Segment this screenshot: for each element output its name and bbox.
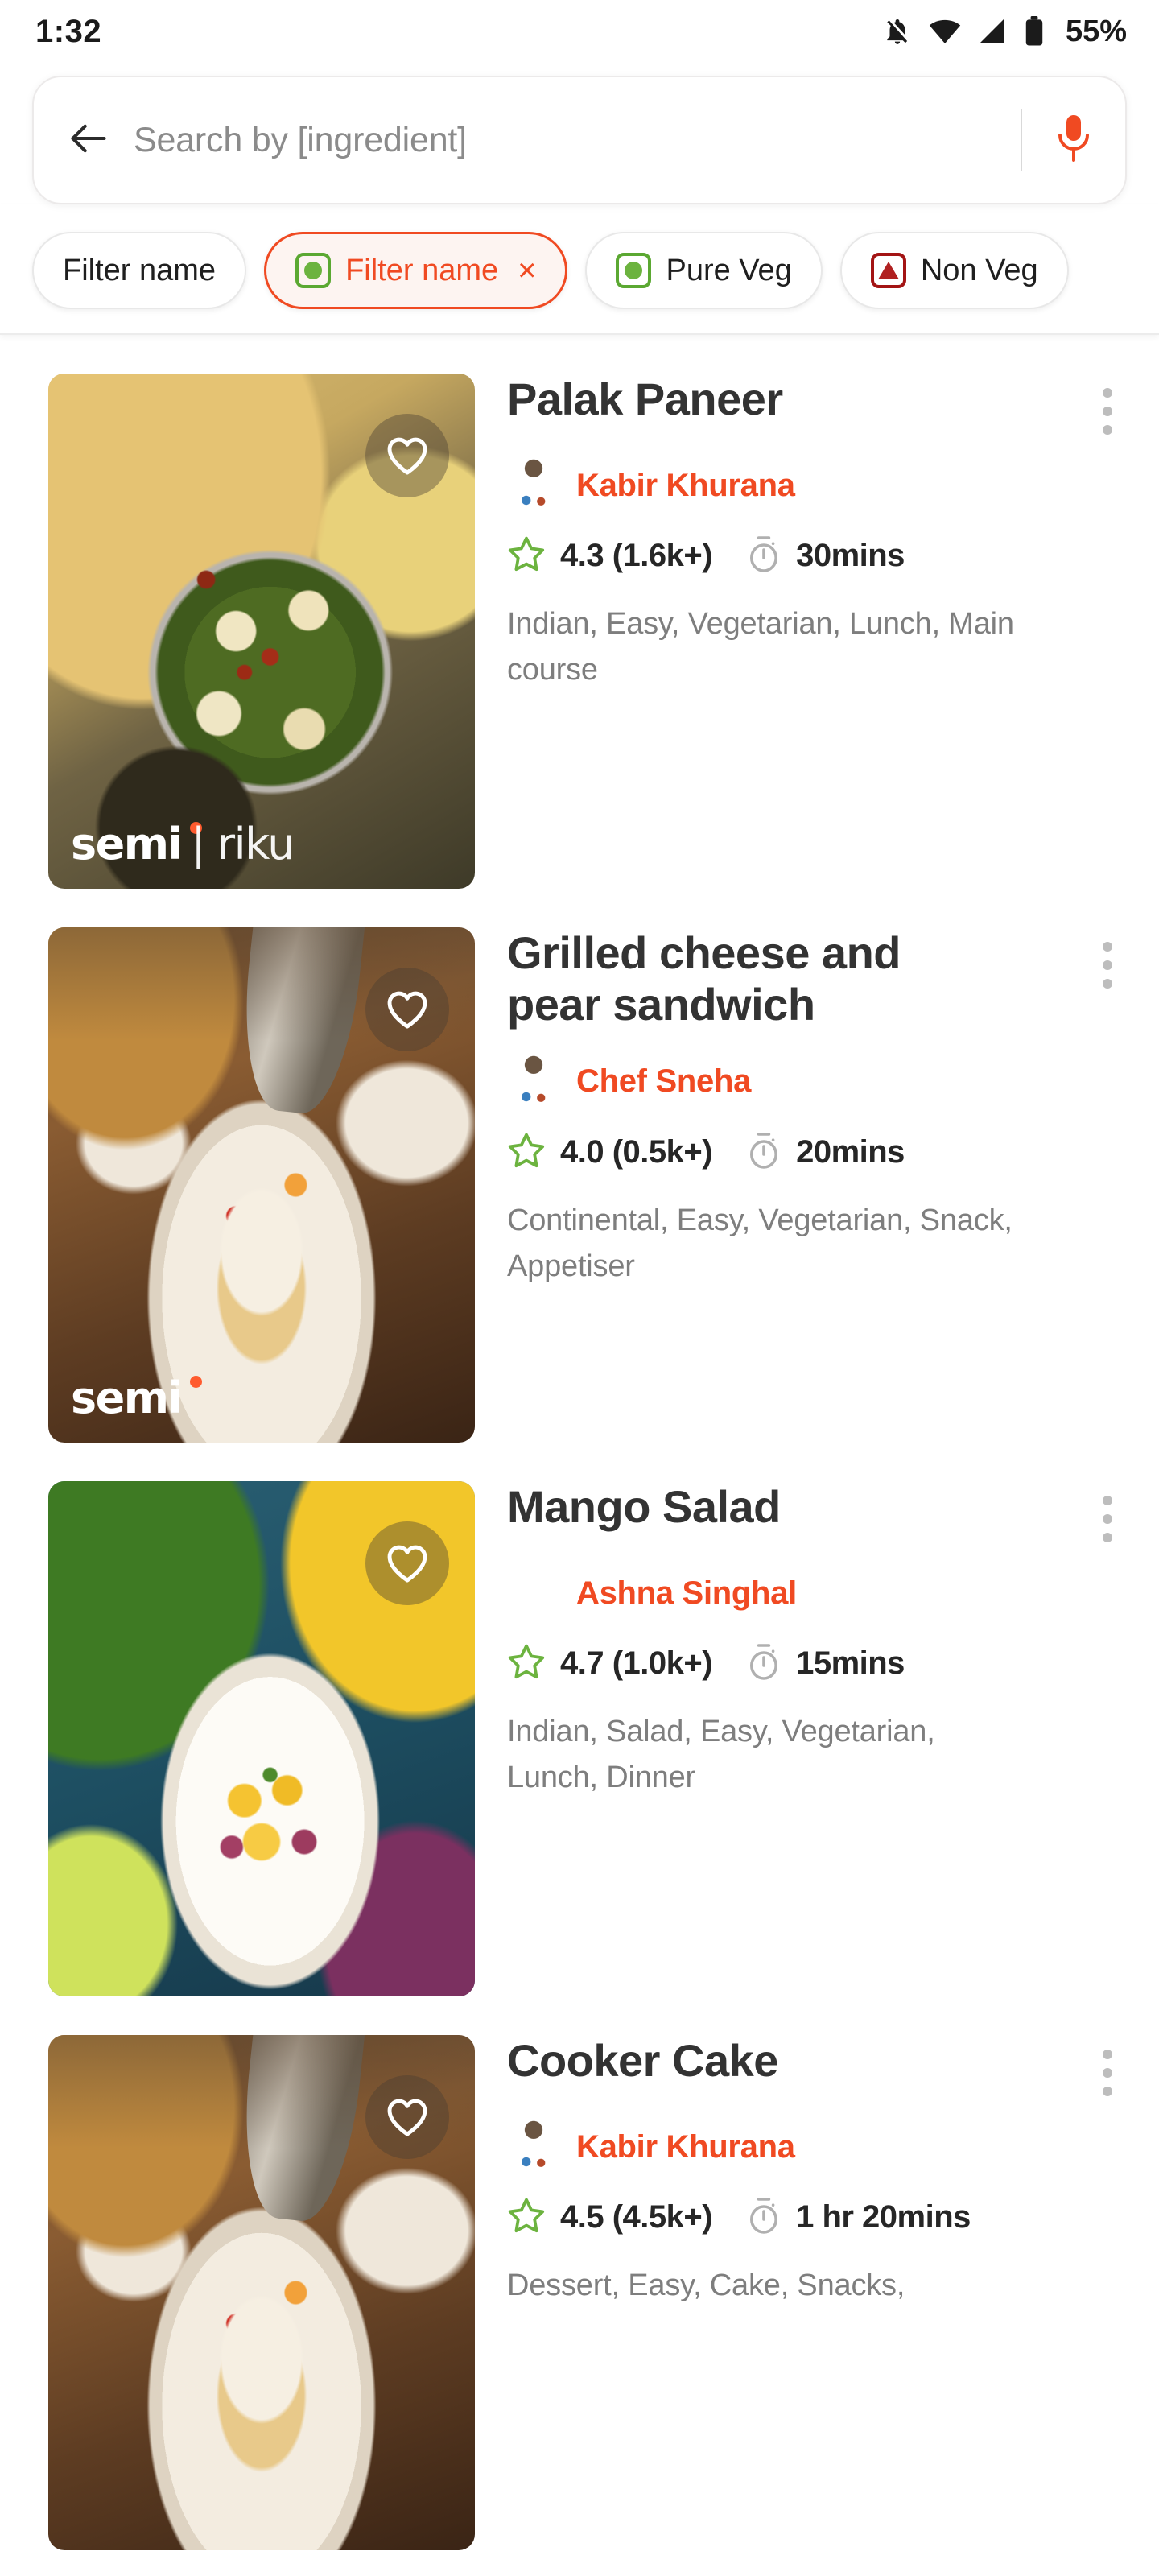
recipe-rating: 4.5 (4.5k+) [560,2199,713,2235]
recipe-card[interactable]: Mango Salad Ashna Singhal 4.7 (1.0k+) 15… [0,1443,1159,1996]
author-name[interactable]: Ashna Singhal [576,1575,797,1612]
veg-indicator-icon [616,253,652,288]
filter-chips-section: Filter name Filter name × Pure Veg Non V… [0,204,1159,335]
kebab-menu-icon[interactable] [1103,1481,1114,1542]
image-watermark: semi | riku [71,819,295,869]
favorite-heart-icon[interactable] [365,2075,449,2159]
recipe-info: Grilled cheese and pear sandwich Chef Sn… [475,927,1127,1443]
recipe-info: Mango Salad Ashna Singhal 4.7 (1.0k+) 15… [475,1481,1127,1996]
recipe-info: Cooker Cake Kabir Khurana 4.5 (4.5k+) 1 … [475,2035,1127,2550]
recipe-list: semi | riku Palak Paneer Kabir Khurana 4… [0,335,1159,2550]
avatar [507,1567,560,1620]
filter-chip-label: Filter name [345,253,499,287]
recipe-time: 20mins [796,1133,905,1170]
recipe-tags: Continental, Easy, Vegetarian, Snack, Ap… [507,1203,1013,1283]
recipe-rating: 4.7 (1.0k+) [560,1645,713,1681]
image-watermark: semi [71,1373,202,1423]
notifications-off-icon [882,16,913,47]
recipe-time: 15mins [796,1645,905,1681]
recipe-meta-row: 4.5 (4.5k+) 1 hr 20mins [507,2196,1127,2239]
status-bar: 1:32 55% [0,0,1159,63]
battery-percent: 55% [1065,14,1127,48]
recipe-card[interactable]: semi Grilled cheese and pear sandwich Ch… [0,889,1159,1443]
recipe-title: Grilled cheese and pear sandwich [507,927,901,1030]
filter-chip-label: Non Veg [920,253,1038,287]
search-bar[interactable] [32,76,1127,204]
recipe-card[interactable]: semi | riku Palak Paneer Kabir Khurana 4… [0,335,1159,889]
favorite-heart-icon[interactable] [365,1521,449,1605]
close-icon[interactable]: × [518,254,536,287]
recipe-time: 30mins [796,538,905,573]
recipe-author-row[interactable]: Kabir Khurana [507,459,1127,512]
star-outline-icon [507,1643,546,1684]
filter-chip-0[interactable]: Filter name [32,232,247,309]
recipe-tags: Indian, Easy, Vegetarian, Lunch, Main co… [507,607,1014,687]
avatar [507,459,560,512]
recipe-title: Cooker Cake [507,2035,778,2086]
recipe-card[interactable]: Cooker Cake Kabir Khurana 4.5 (4.5k+) 1 … [0,1996,1159,2550]
recipe-meta-row: 4.7 (1.0k+) 15mins [507,1642,1127,1685]
search-section [0,63,1159,204]
favorite-heart-icon[interactable] [365,414,449,497]
recipe-author-row[interactable]: Chef Sneha [507,1055,1127,1108]
recipe-thumbnail-wrap[interactable]: semi | riku [48,374,475,889]
kebab-menu-icon[interactable] [1103,2035,1114,2096]
recipe-rating: 4.3 (1.6k+) [560,538,713,573]
recipe-thumbnail-wrap[interactable] [48,1481,475,1996]
recipe-info: Palak Paneer Kabir Khurana 4.3 (1.6k+) 3… [475,374,1127,889]
recipe-thumbnail-wrap[interactable]: semi [48,927,475,1443]
filter-chip-label: Filter name [63,253,217,287]
status-time: 1:32 [35,13,102,49]
star-outline-icon [507,1132,546,1173]
avatar [507,2120,560,2174]
filter-chip-pure-veg[interactable]: Pure Veg [585,232,823,309]
status-icon-group: 55% [882,14,1127,49]
recipe-title: Palak Paneer [507,374,783,424]
recipe-rating: 4.0 (0.5k+) [560,1133,713,1170]
stopwatch-icon [746,535,782,577]
filter-chips-scroller[interactable]: Filter name Filter name × Pure Veg Non V… [0,232,1159,309]
stopwatch-icon [746,2196,782,2239]
author-name[interactable]: Chef Sneha [576,1063,751,1100]
battery-icon [1022,16,1046,47]
microphone-icon[interactable] [1050,110,1098,171]
avatar [507,1055,560,1108]
recipe-time: 1 hr 20mins [796,2199,971,2235]
star-outline-icon [507,2197,546,2238]
nonveg-indicator-icon [870,253,906,288]
stopwatch-icon [746,1642,782,1685]
veg-indicator-icon [295,253,332,288]
filter-chip-1-selected[interactable]: Filter name × [264,232,568,309]
recipe-thumbnail-wrap[interactable] [48,2035,475,2550]
author-name[interactable]: Kabir Khurana [576,2129,795,2165]
recipe-meta-row: 4.0 (0.5k+) 20mins [507,1131,1127,1174]
kebab-menu-icon[interactable] [1103,374,1114,435]
star-outline-icon [507,535,546,576]
recipe-author-row[interactable]: Ashna Singhal [507,1567,1127,1620]
stopwatch-icon [746,1131,782,1174]
recipe-tags: Dessert, Easy, Cake, Snacks, [507,2268,905,2302]
filter-chip-non-veg[interactable]: Non Veg [839,232,1069,309]
search-divider [1021,109,1022,171]
favorite-heart-icon[interactable] [365,968,449,1051]
wifi-icon [929,15,961,47]
back-arrow-icon[interactable] [68,121,109,160]
recipe-title: Mango Salad [507,1481,781,1532]
cellular-signal-icon [977,17,1006,46]
kebab-menu-icon[interactable] [1103,927,1114,989]
filter-chip-label: Pure Veg [666,253,792,287]
author-name[interactable]: Kabir Khurana [576,468,795,504]
recipe-tags: Indian, Salad, Easy, Vegetarian, Lunch, … [507,1715,935,1794]
search-input[interactable] [134,120,1011,160]
recipe-meta-row: 4.3 (1.6k+) 30mins [507,535,1127,577]
recipe-author-row[interactable]: Kabir Khurana [507,2120,1127,2174]
